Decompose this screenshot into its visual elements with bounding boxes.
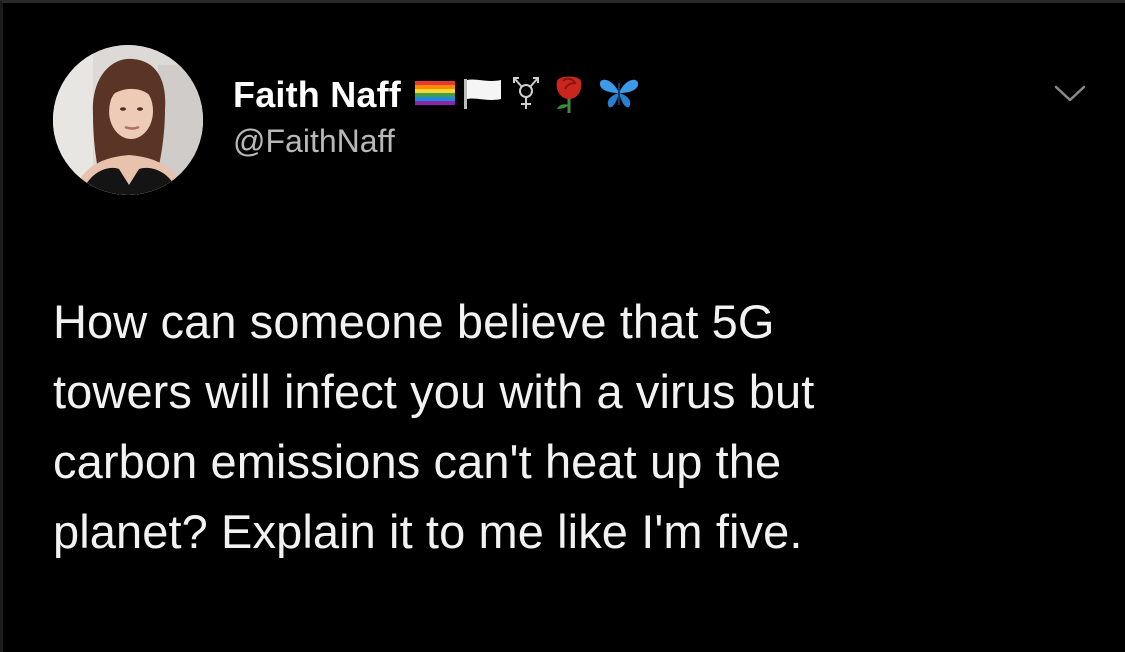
- tweet-text-line: How can someone believe that 5G: [53, 295, 775, 348]
- tweet-header: Faith Naff @FaithNaff: [233, 73, 641, 160]
- name-row: Faith Naff: [233, 73, 641, 117]
- tweet-text-line: carbon emissions can't heat up the: [53, 435, 782, 488]
- butterfly-icon: [597, 75, 641, 116]
- tweet-text-line: towers will infect you with a virus but: [53, 365, 815, 418]
- tweet-card: Faith Naff @FaithNaff How can someone be…: [0, 0, 1125, 652]
- avatar[interactable]: [53, 45, 203, 195]
- tweet-menu-button[interactable]: [1053, 83, 1087, 105]
- white-flag-icon: [463, 77, 503, 114]
- display-name[interactable]: Faith Naff: [233, 74, 401, 116]
- name-badges: [415, 73, 641, 118]
- transgender-symbol-icon: [511, 75, 541, 116]
- chevron-down-icon: [1054, 85, 1086, 102]
- rainbow-flag-icon: [415, 79, 455, 112]
- tweet-text-line: planet? Explain it to me like I'm five.: [53, 505, 803, 558]
- rose-icon: [549, 73, 589, 118]
- profile-photo-icon: [53, 45, 203, 195]
- user-handle[interactable]: @FaithNaff: [233, 123, 641, 160]
- tweet-text: How can someone believe that 5G towers w…: [53, 287, 1093, 567]
